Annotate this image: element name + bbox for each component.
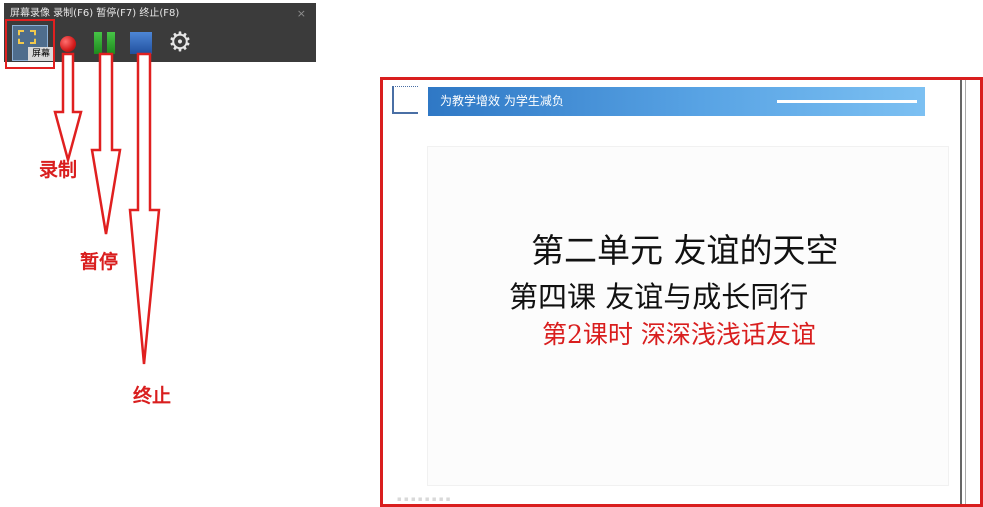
close-button[interactable]: × [297,6,306,22]
slide-footer: ▪ ▪ ▪ ▪ ▪ ▪ ▪ ▪ [397,495,451,503]
settings-button[interactable]: ⚙ [165,28,195,58]
pause-button[interactable] [94,32,116,54]
stop-callout: 终止 [133,385,172,407]
slide-border-line-thin [965,80,966,504]
slide-lesson-title: 第四课 友谊与成长同行 [509,280,809,314]
slide-header-banner: 为教学增效 为学生减负 [428,87,925,116]
slide-unit-title: 第二单元 友谊的天空 [531,231,839,270]
screen-button-highlight [5,19,55,69]
slide-header-text: 为教学增效 为学生减负 [440,94,564,108]
record-callout: 录制 [39,159,78,181]
slide-content-panel [427,146,949,486]
slide-preview: 为教学增效 为学生减负 第二单元 友谊的天空 第四课 友谊与成长同行 第2课时 … [380,77,983,507]
record-button[interactable] [60,36,76,52]
record-arrow [53,52,83,165]
pause-icon-bar [107,32,115,54]
header-logo-mark [392,86,418,114]
pause-icon [94,32,102,54]
slide-period-title: 第2课时 深深浅浅话友谊 [542,320,816,349]
gear-icon: ⚙ [167,27,193,58]
stop-arrow [128,52,161,365]
pause-callout: 暂停 [80,251,119,273]
header-stripe [777,100,917,103]
stop-button[interactable] [130,32,152,54]
slide-border-line [960,80,962,504]
pause-arrow [90,52,122,235]
